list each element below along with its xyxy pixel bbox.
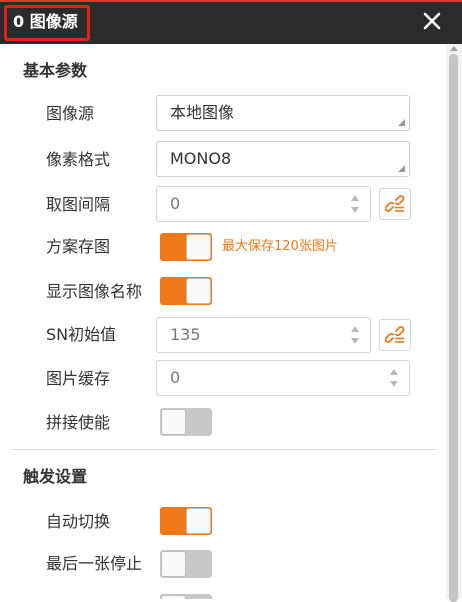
spinner-arrows-icon[interactable] bbox=[350, 195, 360, 215]
spinner-arrows-icon[interactable] bbox=[389, 369, 399, 389]
capture-interval-label: 取图间隔 bbox=[46, 195, 111, 214]
toggle-knob bbox=[161, 409, 186, 435]
show-image-name-label: 显示图像名称 bbox=[46, 282, 143, 301]
stop-at-last-toggle[interactable] bbox=[160, 550, 212, 578]
next-row-toggle[interactable] bbox=[160, 594, 212, 599]
save-images-hint: 最大保存120张图片 bbox=[222, 239, 338, 254]
auto-switch-label: 自动切换 bbox=[46, 512, 111, 531]
settings-panel: 基本参数 图像源 本地图像 像素格式 MONO8 取图间隔 0 方案存图 最大保… bbox=[0, 44, 446, 599]
section-title-basic: 基本参数 bbox=[23, 61, 88, 80]
capture-interval-link-button[interactable] bbox=[379, 188, 411, 220]
section-title-trigger: 触发设置 bbox=[23, 467, 88, 486]
image-cache-value: 0 bbox=[170, 368, 181, 387]
dropdown-corner-icon bbox=[398, 165, 405, 172]
toggle-knob bbox=[161, 551, 186, 577]
toggle-knob bbox=[186, 508, 211, 534]
image-cache-label: 图片缓存 bbox=[46, 369, 111, 388]
title-bar: 0 图像源 bbox=[0, 0, 462, 44]
sn-initial-link-button[interactable] bbox=[379, 319, 411, 351]
save-images-label: 方案存图 bbox=[46, 237, 111, 256]
sn-initial-label: SN初始值 bbox=[46, 325, 117, 344]
window-title: 0 图像源 bbox=[13, 12, 78, 31]
dropdown-corner-icon bbox=[398, 119, 405, 126]
close-button[interactable] bbox=[420, 9, 444, 33]
image-source-select[interactable]: 本地图像 bbox=[156, 95, 410, 131]
vertical-scrollbar[interactable] bbox=[446, 44, 462, 602]
show-image-name-toggle[interactable] bbox=[160, 277, 212, 305]
save-images-toggle[interactable] bbox=[160, 233, 212, 261]
stitch-enable-toggle[interactable] bbox=[160, 408, 212, 436]
image-source-value: 本地图像 bbox=[170, 103, 235, 122]
pixel-format-select[interactable]: MONO8 bbox=[156, 141, 410, 177]
scroll-up-icon[interactable] bbox=[450, 46, 458, 51]
image-source-label: 图像源 bbox=[46, 104, 95, 123]
pixel-format-value: MONO8 bbox=[170, 149, 232, 168]
toggle-knob bbox=[186, 234, 211, 260]
pixel-format-label: 像素格式 bbox=[46, 150, 111, 169]
toggle-knob bbox=[161, 595, 186, 599]
stop-at-last-label: 最后一张停止 bbox=[46, 554, 143, 573]
link-icon bbox=[385, 195, 405, 212]
scrollbar-thumb[interactable] bbox=[449, 54, 458, 602]
capture-interval-value: 0 bbox=[170, 194, 181, 213]
toggle-knob bbox=[186, 278, 211, 304]
sn-initial-input[interactable]: 135 bbox=[156, 317, 371, 353]
section-divider bbox=[10, 449, 438, 450]
image-cache-input[interactable]: 0 bbox=[156, 360, 410, 396]
capture-interval-input[interactable]: 0 bbox=[156, 186, 371, 222]
spinner-arrows-icon[interactable] bbox=[350, 326, 360, 346]
link-icon bbox=[385, 326, 405, 343]
auto-switch-toggle[interactable] bbox=[160, 507, 212, 535]
sn-initial-value: 135 bbox=[170, 325, 201, 344]
title-bar-accent bbox=[0, 0, 462, 2]
stitch-enable-label: 拼接使能 bbox=[46, 413, 111, 432]
close-icon bbox=[423, 12, 441, 30]
